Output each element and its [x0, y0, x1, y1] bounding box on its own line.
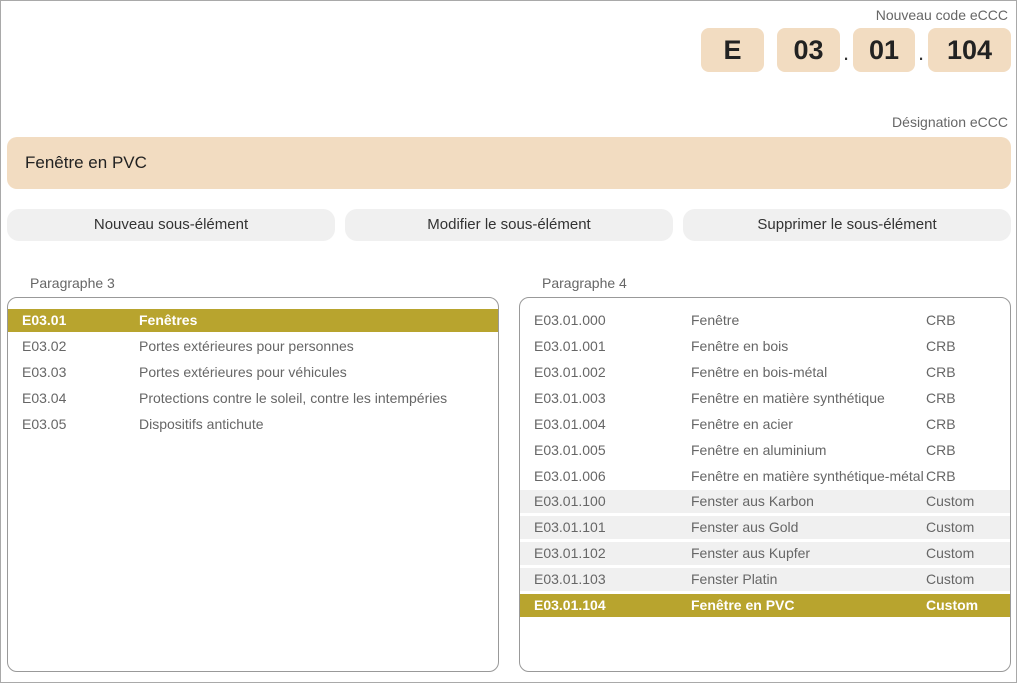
row-code: E03.03: [22, 364, 67, 380]
row-source: Custom: [926, 545, 975, 561]
designation-field[interactable]: Fenêtre en PVC: [7, 137, 1011, 189]
row-name: Dispositifs antichute: [139, 416, 264, 432]
paragraph4-row[interactable]: E03.01.103 Fenster Platin Custom: [520, 568, 1010, 591]
row-code: E03.01.000: [534, 312, 606, 328]
designation-label: Désignation eCCC: [892, 114, 1008, 130]
row-source: Custom: [926, 571, 975, 587]
row-code: E03.01.005: [534, 442, 606, 458]
row-code: E03.01.006: [534, 468, 606, 484]
paragraph4-row[interactable]: E03.01.006 Fenêtre en matière synthétique…: [520, 465, 1010, 488]
paragraph4-row[interactable]: E03.01.004 Fenêtre en acier CRB: [520, 413, 1010, 436]
row-source: CRB: [926, 390, 956, 406]
paragraph4-list: E03.01.000 Fenêtre CRB E03.01.001 Fenêtre en…: [519, 297, 1011, 672]
new-sub-element-button[interactable]: Nouveau sous-élément: [7, 209, 335, 241]
row-code: E03.02: [22, 338, 67, 354]
paragraph4-label: Paragraphe 4: [542, 275, 627, 291]
row-source: CRB: [926, 442, 956, 458]
paragraph3-row[interactable]: E03.04 Protections contre le soleil, cont…: [8, 387, 498, 410]
delete-sub-element-button[interactable]: Supprimer le sous-élément: [683, 209, 1011, 241]
row-name: Fenster aus Gold: [691, 519, 799, 535]
row-code: E03.01.002: [534, 364, 606, 380]
paragraph3-label: Paragraphe 3: [30, 275, 115, 291]
row-code: E03.04: [22, 390, 67, 406]
row-source: CRB: [926, 338, 956, 354]
row-source: CRB: [926, 312, 956, 328]
row-name: Portes extérieures pour personnes: [139, 338, 354, 354]
row-name: Fenêtre en PVC: [691, 597, 795, 613]
row-code: E03.01.104: [534, 597, 606, 613]
paragraph4-row[interactable]: E03.01.001 Fenêtre en bois CRB: [520, 335, 1010, 358]
row-name: Protections contre le soleil, contre les…: [139, 390, 448, 406]
row-name: Fenêtre en matière synthétique-métal: [691, 468, 924, 484]
row-source: Custom: [926, 519, 975, 535]
row-code: E03.01.102: [534, 545, 606, 561]
row-code: E03.01.103: [534, 571, 606, 587]
row-name: Portes extérieures pour véhicules: [139, 364, 347, 380]
code-separator: .: [918, 40, 925, 65]
row-name: Fenêtre en bois: [691, 338, 789, 354]
app-window: Nouveau code eCCC E 03 . 01 . 104 Désign…: [0, 0, 1017, 683]
code-label: Nouveau code eCCC: [875, 7, 1008, 23]
code-segment-element[interactable]: 01: [853, 28, 915, 72]
paragraph4-row[interactable]: E03.01.002 Fenêtre en bois-métal CRB: [520, 361, 1010, 384]
row-source: CRB: [926, 416, 956, 432]
edit-sub-element-button[interactable]: Modifier le sous-élément: [345, 209, 673, 241]
row-name: Fenêtres: [139, 312, 198, 328]
code-separator: .: [843, 40, 850, 65]
row-code: E03.01.101: [534, 519, 606, 535]
paragraph4-row[interactable]: E03.01.101 Fenster aus Gold Custom: [520, 516, 1010, 539]
row-name: Fenêtre en aluminium: [691, 442, 827, 458]
row-code: E03.01.004: [534, 416, 606, 432]
paragraph4-row[interactable]: E03.01.100 Fenster aus Karbon Custom: [520, 490, 1010, 513]
row-name: Fenster aus Karbon: [691, 493, 814, 509]
row-name: Fenêtre en bois-métal: [691, 364, 828, 380]
row-source: Custom: [926, 597, 979, 613]
paragraph3-list: E03.01 Fenêtres E03.02 Portes extérieures p…: [7, 297, 499, 672]
code-segment-letter[interactable]: E: [701, 28, 764, 72]
row-source: CRB: [926, 468, 956, 484]
row-name: Fenster Platin: [691, 571, 778, 587]
paragraph3-row[interactable]: E03.01 Fenêtres: [8, 309, 498, 332]
paragraph4-row[interactable]: E03.01.005 Fenêtre en aluminium CRB: [520, 439, 1010, 462]
paragraph3-row[interactable]: E03.03 Portes extérieures pour véhicules: [8, 361, 498, 384]
row-code: E03.01: [22, 312, 67, 328]
row-source: CRB: [926, 364, 956, 380]
row-name: Fenêtre en matière synthétique: [691, 390, 885, 406]
row-code: E03.01.003: [534, 390, 606, 406]
code-segment-group[interactable]: 03: [777, 28, 840, 72]
row-name: Fenster aus Kupfer: [691, 545, 811, 561]
paragraph3-row[interactable]: E03.05 Dispositifs antichute: [8, 413, 498, 436]
paragraph4-row[interactable]: E03.01.104 Fenêtre en PVC Custom: [520, 594, 1010, 617]
row-code: E03.01.001: [534, 338, 606, 354]
paragraph3-row[interactable]: E03.02 Portes extérieures pour personnes: [8, 335, 498, 358]
paragraph4-row[interactable]: E03.01.000 Fenêtre CRB: [520, 309, 1010, 332]
paragraph4-row[interactable]: E03.01.003 Fenêtre en matière synthétique…: [520, 387, 1010, 410]
row-name: Fenêtre: [691, 312, 740, 328]
row-name: Fenêtre en acier: [691, 416, 793, 432]
row-code: E03.01.100: [534, 493, 606, 509]
row-code: E03.05: [22, 416, 67, 432]
paragraph4-row[interactable]: E03.01.102 Fenster aus Kupfer Custom: [520, 542, 1010, 565]
code-segment-sub-element[interactable]: 104: [928, 28, 1011, 72]
row-source: Custom: [926, 493, 975, 509]
